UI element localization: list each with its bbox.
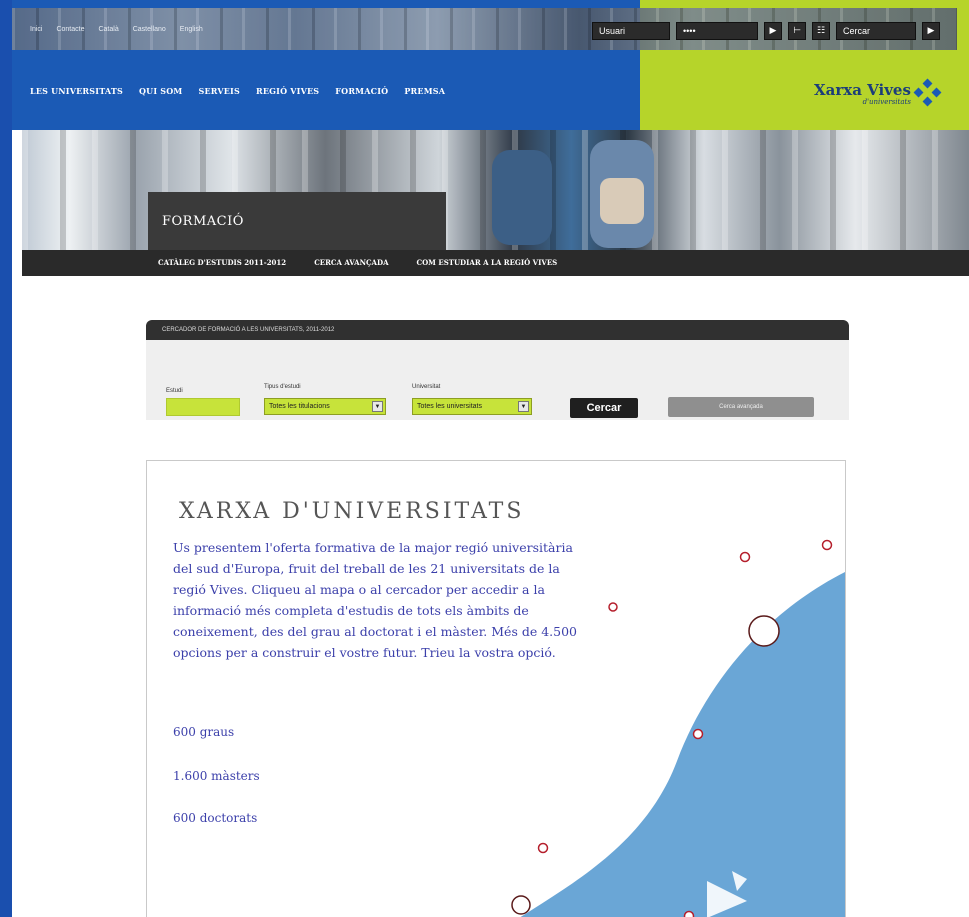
nav-item-universitats[interactable]: LES UNIVERSITATS — [30, 86, 123, 96]
university-marker — [821, 539, 833, 551]
top-link-catalan[interactable]: Català — [98, 26, 118, 33]
page-title: XARXA D'UNIVERSITATS — [179, 499, 525, 524]
search-panel: CERCADOR DE FORMACIÓ A LES UNIVERSITATS,… — [146, 320, 849, 420]
subnav-item-cerca-avancada[interactable]: CERCA AVANÇADA — [314, 258, 388, 267]
search-input[interactable]: Cercar — [836, 22, 916, 40]
universitat-select[interactable]: Totes les universitats ▼ — [412, 398, 532, 415]
top-link-home[interactable]: Inici — [30, 26, 42, 33]
estudi-input[interactable] — [166, 398, 240, 416]
nav-item-serveis[interactable]: SERVEIS — [199, 86, 240, 96]
sub-nav: CATÀLEG D'ESTUDIS 2011-2012 CERCA AVANÇA… — [158, 258, 557, 267]
intro-text: Us presentem l'oferta formativa de la ma… — [173, 540, 577, 660]
university-marker-large — [748, 615, 780, 647]
top-links: Inici Contacte Català Castellano English — [30, 26, 203, 33]
search-go-icon[interactable]: ▶ — [922, 22, 940, 40]
university-marker-large — [511, 895, 531, 915]
logo-subtitle: d'universitats — [862, 98, 911, 106]
hero-backpack-image — [590, 140, 654, 248]
field-label-tipus: Tipus d'estudi — [264, 384, 301, 390]
tipus-estudi-value: Totes les titulacions — [269, 403, 330, 410]
stat-doctorats[interactable]: 600 doctorats — [173, 811, 257, 825]
tipus-estudi-select[interactable]: Totes les titulacions ▼ — [264, 398, 386, 415]
nav-item-formacio[interactable]: FORMACIÓ — [335, 86, 388, 96]
dropdown-arrow-icon[interactable]: ▼ — [518, 401, 529, 412]
subnav-item-cataleg[interactable]: CATÀLEG D'ESTUDIS 2011-2012 — [158, 258, 286, 267]
sitemap-icon[interactable]: ☷ — [812, 22, 830, 40]
diamond-logo-icon — [913, 78, 942, 107]
field-label-universitat: Universitat — [412, 384, 441, 390]
section-title-tab: FORMACIÓ — [148, 192, 446, 250]
content-box: XARXA D'UNIVERSITATS Us presentem l'ofer… — [146, 460, 846, 917]
username-field[interactable]: Usuari — [592, 22, 670, 40]
top-link-english[interactable]: English — [180, 26, 203, 33]
hero-backpack-image — [492, 150, 552, 245]
left-rail — [0, 0, 12, 917]
share-icon[interactable]: ⊢ — [788, 22, 806, 40]
university-marker — [692, 728, 704, 740]
university-marker — [683, 910, 695, 917]
universitat-value: Totes les universitats — [417, 403, 482, 410]
dropdown-arrow-icon[interactable]: ▼ — [372, 401, 383, 412]
main-nav: LES UNIVERSITATS QUI SOM SERVEIS REGIÓ V… — [30, 86, 445, 96]
stat-masters[interactable]: 1.600 màsters — [173, 769, 260, 783]
xarxa-vives-logo[interactable]: Xarxa Vives d'universitats — [814, 78, 942, 107]
region-map[interactable] — [147, 461, 846, 917]
university-marker — [537, 842, 549, 854]
top-link-castellano[interactable]: Castellano — [133, 26, 166, 33]
nav-item-qui-som[interactable]: QUI SOM — [139, 86, 182, 96]
field-label-estudi: Estudi — [166, 388, 183, 394]
university-marker — [739, 551, 751, 563]
subnav-item-com-estudiar[interactable]: COM ESTUDIAR A LA REGIÓ VIVES — [417, 258, 558, 267]
university-marker — [608, 602, 618, 612]
section-title: FORMACIÓ — [162, 213, 244, 229]
utility-bar: Usuari •••• ▶ ⊢ ☷ Cercar ▶ — [592, 22, 940, 40]
nav-item-premsa[interactable]: PREMSA — [404, 86, 445, 96]
nav-item-regio-vives[interactable]: REGIÓ VIVES — [256, 86, 319, 96]
top-link-contact[interactable]: Contacte — [56, 26, 84, 33]
logo-title: Xarxa Vives — [814, 81, 911, 99]
advanced-search-button[interactable]: Cerca avançada — [668, 397, 814, 417]
password-field[interactable]: •••• — [676, 22, 758, 40]
search-panel-title: CERCADOR DE FORMACIÓ A LES UNIVERSITATS,… — [146, 320, 849, 340]
search-button[interactable]: Cercar — [570, 398, 638, 418]
stat-graus[interactable]: 600 graus — [173, 725, 234, 739]
login-play-icon[interactable]: ▶ — [764, 22, 782, 40]
search-form: Estudi Tipus d'estudi Totes les titulaci… — [146, 340, 849, 420]
